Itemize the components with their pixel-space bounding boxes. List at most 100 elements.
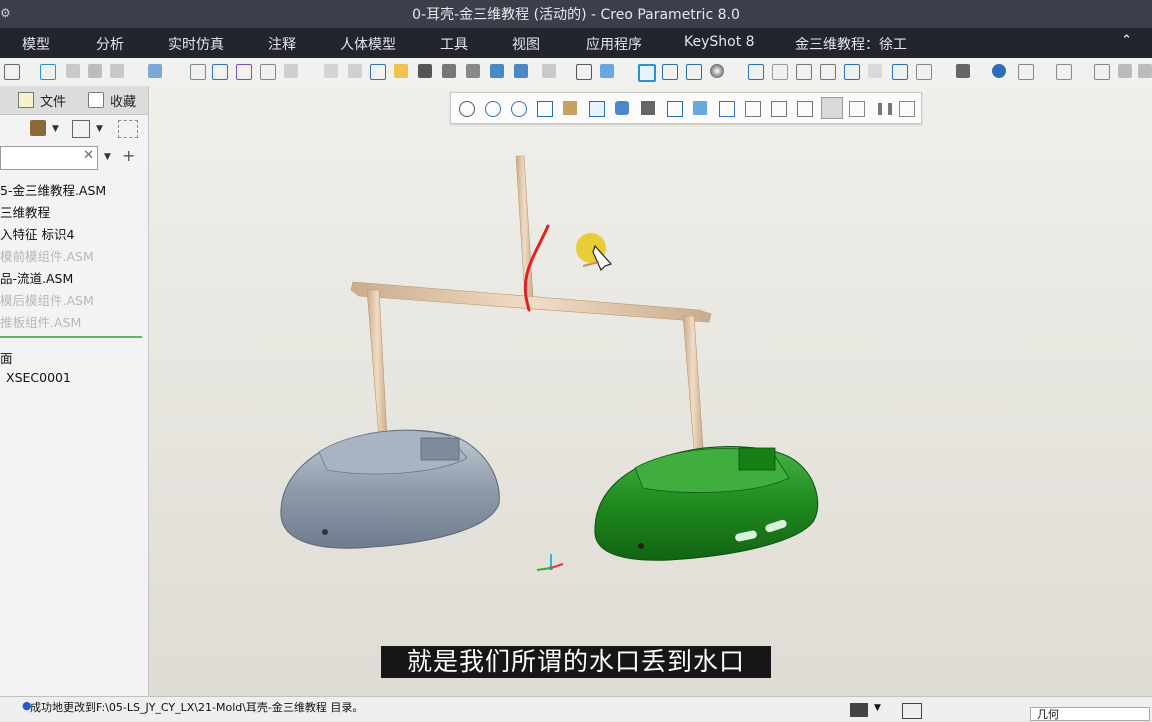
shaded-view-icon[interactable] [638,64,656,82]
measure-icon[interactable] [236,64,252,80]
render-icon[interactable] [710,64,724,78]
window-toggle-icon[interactable] [902,703,922,719]
tab-favorites[interactable]: 收藏 [88,86,136,114]
group-icon[interactable] [1018,64,1034,80]
window-icon[interactable] [490,64,504,78]
axis-icon[interactable] [796,64,812,80]
plane-icon[interactable] [772,64,788,80]
pause-icon[interactable]: ❚❚ [875,101,895,115]
note-icon[interactable] [892,64,908,80]
hidden-line-icon[interactable] [686,64,702,80]
repaint-icon[interactable] [537,101,553,117]
appearance-icon[interactable] [542,64,556,78]
cube-icon[interactable] [589,101,605,117]
show-icon[interactable] [118,120,138,138]
section-header[interactable]: 面 [0,348,13,367]
annotation-display-icon[interactable] [821,97,843,119]
refit-icon[interactable] [459,101,475,117]
model-view[interactable] [149,86,1152,696]
tree-item[interactable]: 推板组件.ASM [0,312,81,331]
text-icon[interactable] [576,64,592,80]
tree-item[interactable]: 模后模组件.ASM [0,290,94,309]
tree-item[interactable]: 品-流道.ASM [0,268,73,287]
section-item[interactable]: XSEC0001 [6,370,71,385]
tree-item[interactable]: 三维教程 [0,202,50,221]
view-orient-icon[interactable] [600,64,614,78]
tree-filter-icon[interactable] [72,120,90,138]
tab-files[interactable]: 文件 [18,86,66,114]
grey-part[interactable] [280,429,500,549]
menu-analysis[interactable]: 分析 [96,34,124,54]
close-window-icon[interactable] [1094,64,1110,80]
perspective-icon[interactable] [693,101,707,115]
saved-views-icon[interactable] [615,101,629,115]
collapse-ribbon-icon[interactable]: ⌃ [1121,33,1132,48]
exchange-icon[interactable] [1056,64,1072,80]
menu-tutorial[interactable]: 金三维教程：徐工 [795,34,907,54]
chevron-down-icon[interactable]: ▼ [874,703,881,713]
layer-icon[interactable] [148,64,162,78]
pen-icon[interactable] [1118,64,1132,78]
graphics-window[interactable] [149,86,1152,696]
view-manager-icon[interactable] [899,101,915,117]
app-menu-icon[interactable]: ⚙ [0,6,11,20]
zoom-out-icon[interactable] [511,101,527,117]
menu-applications[interactable]: 应用程序 [586,34,642,54]
add-icon[interactable]: + [122,146,135,165]
tree-search-input[interactable] [3,149,83,167]
print-icon[interactable] [466,64,480,78]
chevron-down-icon[interactable]: ▼ [52,124,59,134]
tree-item[interactable]: 入特征 标识4 [0,224,74,243]
printer-icon[interactable] [956,64,970,78]
menu-human-model[interactable]: 人体模型 [340,34,396,54]
spin-center-icon[interactable] [849,101,865,117]
select-box-icon[interactable] [40,64,56,80]
undo-icon[interactable] [110,64,124,78]
save-as-icon[interactable] [442,64,456,78]
chamfer-icon[interactable] [284,64,298,78]
menu-annotate[interactable]: 注释 [268,34,296,54]
menu-simulation[interactable]: 实时仿真 [168,34,224,54]
keyshot-icon[interactable] [992,64,1006,78]
grid-icon[interactable] [916,64,932,80]
save-icon[interactable] [418,64,432,78]
sprue[interactable] [515,155,534,299]
pattern-icon[interactable] [324,64,338,78]
open-icon[interactable] [394,64,408,78]
point-icon[interactable] [820,64,836,80]
menu-keyshot[interactable]: KeyShot 8 [684,34,755,50]
round-icon[interactable] [260,64,276,80]
axis-display-icon[interactable] [745,101,761,117]
left-runner[interactable] [366,289,388,439]
chevron-down-icon[interactable]: ▼ [104,152,111,162]
orient-icon[interactable] [667,101,683,117]
menu-view[interactable]: 视图 [512,34,540,54]
geometry-filter[interactable]: 几何 [1030,707,1150,721]
zoom-in-icon[interactable] [485,101,501,117]
tree-item[interactable]: 模前模组件.ASM [0,246,94,265]
mirror-icon[interactable] [348,64,362,78]
green-part[interactable] [594,446,819,561]
close-icon[interactable]: ✕ [83,148,94,163]
chevron-down-icon[interactable]: ▼ [96,124,103,134]
more-icon[interactable] [1138,64,1152,78]
sketch-icon[interactable] [844,64,860,80]
plane-display-icon[interactable] [719,101,735,117]
switch-window-icon[interactable] [514,64,528,78]
regenerate-icon[interactable] [370,64,386,80]
settings-tool-icon[interactable] [30,120,46,136]
paste-icon[interactable] [88,64,102,78]
copy-icon[interactable] [66,64,80,78]
datum-icon[interactable] [868,64,882,78]
right-runner[interactable] [682,315,704,449]
shading-icon[interactable] [563,101,577,115]
selection-filter-icon[interactable] [850,703,868,717]
wireframe-icon[interactable] [662,64,678,80]
split-icon[interactable] [190,64,206,80]
menu-model[interactable]: 模型 [22,34,50,54]
display-style-icon[interactable] [641,101,655,115]
menu-tools[interactable]: 工具 [440,34,468,54]
csys-display-icon[interactable] [797,101,813,117]
point-display-icon[interactable] [771,101,787,117]
tree-item[interactable]: 5-金三维教程.ASM [0,180,106,199]
